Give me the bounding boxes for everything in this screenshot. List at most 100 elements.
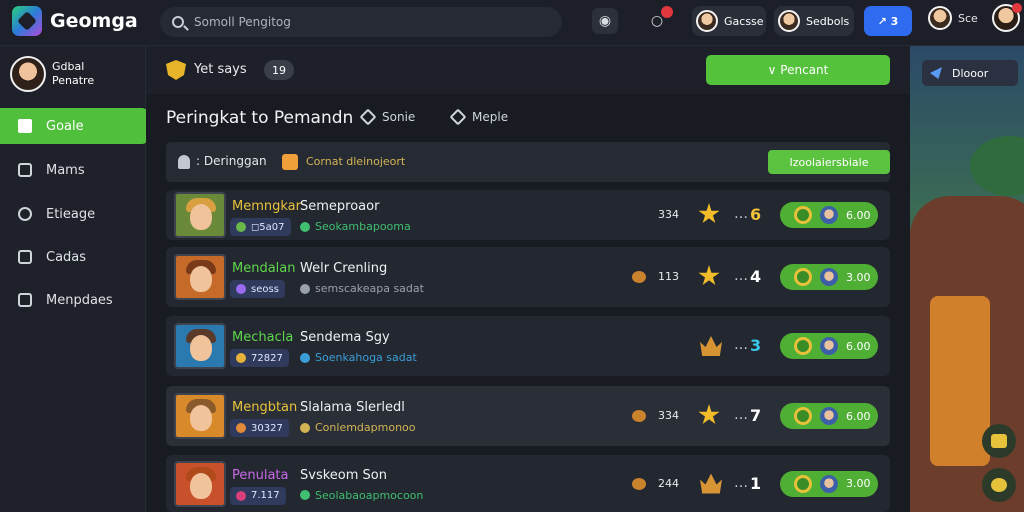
avatar xyxy=(928,6,952,30)
avatar xyxy=(174,461,226,507)
level-chip-label: 30327 xyxy=(251,422,283,434)
user-icon xyxy=(178,155,190,169)
reward-value: 6.00 xyxy=(846,208,871,222)
count-badge: 19 xyxy=(264,60,294,80)
player-name[interactable]: Memngkar xyxy=(232,199,301,214)
reward-value: 3.00 xyxy=(846,270,871,284)
logo[interactable]: Geomga xyxy=(12,6,138,36)
table-row[interactable]: Mechacla Sendema Sgy 72827 Soenkahoga sadat… xyxy=(166,316,890,376)
score-value: 334 xyxy=(658,409,679,422)
status-text: Seolabaoapmocoon xyxy=(300,489,423,502)
level-chip: ◻5a07 xyxy=(230,218,291,236)
status-text: Soenkahoga sadat xyxy=(300,351,417,364)
reward-button[interactable]: 3.00 xyxy=(780,264,878,290)
table-row[interactable]: Mendalan Welr Crenling seoss semscakeapa sa… xyxy=(166,247,890,307)
subheader-title: Yet says xyxy=(194,62,247,77)
tag-icon xyxy=(282,154,298,170)
player-chip-1[interactable]: Gacsse xyxy=(692,6,766,36)
status-text: Conlemdapmonoo xyxy=(300,421,416,434)
app-name: Geomga xyxy=(50,10,138,32)
profile-avatar[interactable] xyxy=(992,3,1022,32)
level-chip: 72827 xyxy=(230,349,289,367)
filter-button[interactable]: Izoolaiersbiale xyxy=(768,150,890,174)
coin-icon xyxy=(794,268,812,286)
camera-button[interactable]: ◉ xyxy=(592,8,618,34)
level-chip-label: 72827 xyxy=(251,352,283,364)
level-chip-label: seoss xyxy=(251,283,279,295)
primary-action-button[interactable]: ∨ Pencant xyxy=(706,55,890,85)
tab-label: Sonie xyxy=(382,110,416,124)
game-title: Slalama Slerledl xyxy=(300,400,405,415)
reward-button[interactable]: 6.00 xyxy=(780,202,878,228)
tab-meple[interactable]: Meple xyxy=(449,108,509,126)
player-name[interactable]: Mechacla xyxy=(232,330,293,345)
sidebar-item-label: Goale xyxy=(46,118,84,134)
tab-label: Meple xyxy=(472,110,509,124)
avatar xyxy=(820,474,838,493)
rank-value: 1 xyxy=(750,473,762,493)
sidebar-item-label: Mams xyxy=(46,162,85,178)
rank-value: 4 xyxy=(750,267,762,286)
player-name[interactable]: Penulata xyxy=(232,468,289,483)
shield-icon xyxy=(166,60,186,80)
card-icon xyxy=(18,250,32,264)
star-icon xyxy=(698,404,720,425)
game-title: Semeproaor xyxy=(300,199,380,214)
table-row[interactable]: Memngkar Semeproaor ◻5a07 Seokambapooma 334 …… xyxy=(166,190,890,240)
filter-tag[interactable]: Cornat dleinojeort xyxy=(306,155,405,168)
sidebar-item-menpdaes[interactable]: Menpdaes xyxy=(0,282,148,318)
reward-button[interactable]: 3.00 xyxy=(780,470,878,497)
ellipsis-icon: … xyxy=(734,206,748,222)
status-dot-icon xyxy=(300,490,310,500)
user-card[interactable]: Gdbal Penatre xyxy=(10,56,94,92)
game-title: Sendema Sgy xyxy=(300,330,390,345)
player-name[interactable]: Mendalan xyxy=(232,261,296,276)
tab-sonie[interactable]: Sonie xyxy=(359,108,416,126)
coin-icon xyxy=(794,407,812,425)
player-name[interactable]: Mengbtan xyxy=(232,400,297,415)
ellipsis-icon: … xyxy=(734,474,748,491)
player-chip-label: Sedbols xyxy=(806,14,850,28)
coin-icon xyxy=(632,477,646,490)
table-row[interactable]: Penulata Svskeom Son 7.117 Seolabaoapmocoon… xyxy=(166,455,890,512)
coin-icon xyxy=(632,410,646,422)
ellipsis-icon: … xyxy=(734,337,748,353)
sidebar-item-cadas[interactable]: Cadas xyxy=(0,239,148,275)
player-chip-label: Gacsse xyxy=(724,14,764,28)
player-chip-2[interactable]: Sedbols xyxy=(774,6,854,36)
search-input[interactable] xyxy=(194,15,534,29)
coin-icon xyxy=(632,271,646,283)
share-button[interactable]: ↗ 3 xyxy=(864,6,912,36)
avatar xyxy=(10,56,46,92)
star-icon xyxy=(698,203,720,224)
score-value: 244 xyxy=(658,476,679,490)
reward-button[interactable]: 6.00 xyxy=(780,403,878,429)
camera-icon: ◉ xyxy=(598,13,612,29)
ellipsis-icon: … xyxy=(734,407,748,423)
profile-menu[interactable]: Sce xyxy=(928,6,978,30)
search-icon xyxy=(172,16,184,28)
score-value: 334 xyxy=(658,208,679,221)
status-dot-icon xyxy=(300,221,310,232)
sidebar-item-goale[interactable]: Goale xyxy=(0,108,148,144)
reward-button[interactable]: 6.00 xyxy=(780,333,878,359)
status-label: semscakeapa sadat xyxy=(315,282,424,295)
sidebar-item-etieage[interactable]: Etieage xyxy=(0,196,148,232)
avatar xyxy=(174,323,226,369)
discord-button[interactable]: Dlooor xyxy=(922,60,1018,86)
search-bar[interactable] xyxy=(160,7,562,37)
status-label: Seolabaoapmocoon xyxy=(315,488,424,502)
chat-icon xyxy=(991,478,1007,492)
table-row[interactable]: Mengbtan Slalama Slerledl 30327 Conlemdapmo… xyxy=(166,386,890,446)
sidebar-item-label: Menpdaes xyxy=(46,292,113,308)
game-title: Welr Crenling xyxy=(300,261,388,276)
avatar xyxy=(820,407,838,425)
avatar xyxy=(820,337,838,355)
user-name: Gdbal xyxy=(52,60,85,73)
avatar xyxy=(174,393,226,439)
notifications-button[interactable]: ○ xyxy=(644,6,673,34)
sidebar-item-mams[interactable]: Mams xyxy=(0,152,148,188)
float-action-2[interactable] xyxy=(982,468,1016,502)
float-action-1[interactable] xyxy=(982,424,1016,458)
tree-art xyxy=(970,136,1024,196)
